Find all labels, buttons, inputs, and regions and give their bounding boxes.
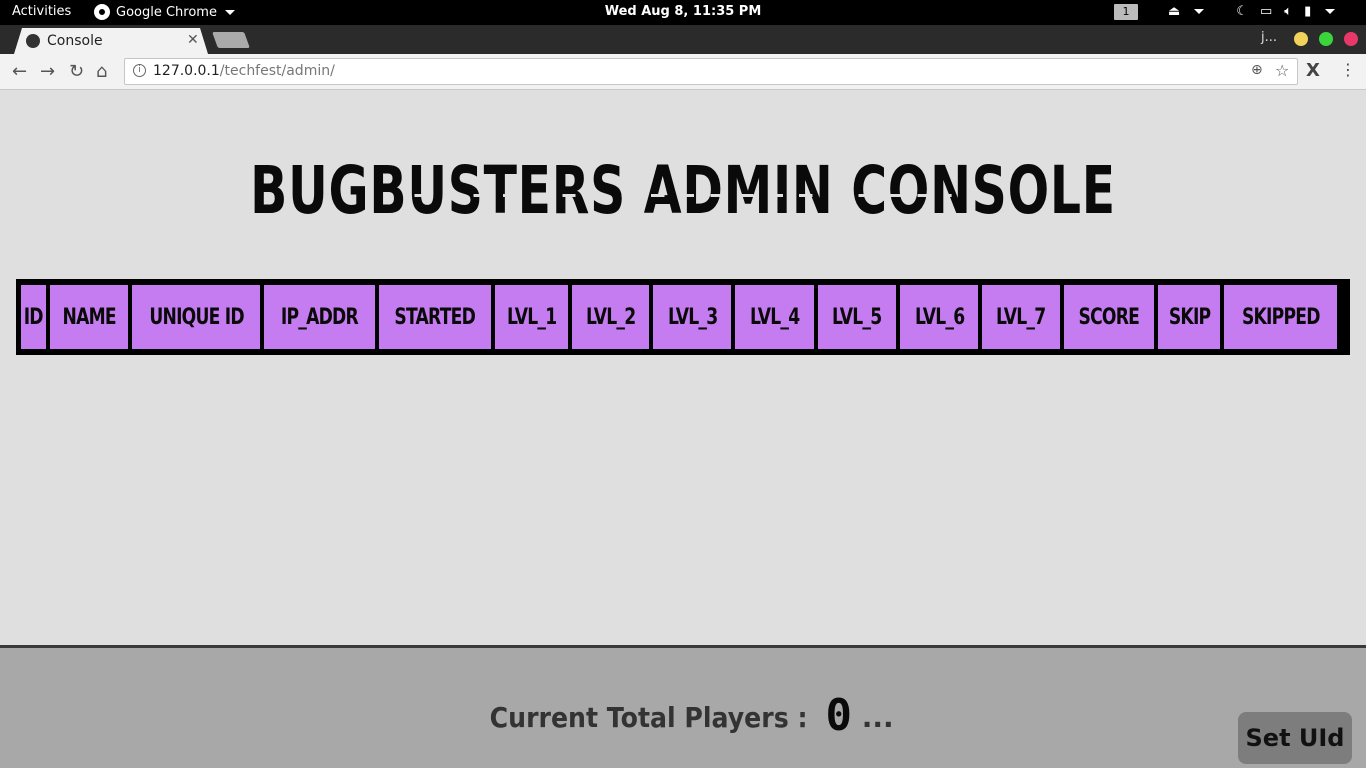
page-title: BUGBUSTERS ADMIN CONSOLE bbox=[178, 152, 1189, 229]
header-skip: SKIP bbox=[1158, 285, 1221, 349]
total-players-count: 0 bbox=[825, 690, 853, 741]
eject-icon[interactable]: ⏏ bbox=[1168, 4, 1180, 19]
header-lvl-2: LVL_2 bbox=[571, 285, 650, 349]
reload-icon[interactable]: ↻ bbox=[69, 61, 84, 82]
url-text[interactable]: 127.0.0.1/techfest/admin/ bbox=[153, 63, 335, 79]
total-players: Current Total Players : 0 ... bbox=[0, 690, 1366, 741]
battery-icon[interactable]: ▮ bbox=[1304, 4, 1311, 19]
volume-icon[interactable]: 🔈︎ bbox=[1284, 4, 1292, 19]
tab-strip: Console ✕ j... bbox=[0, 25, 1366, 54]
close-window-button[interactable] bbox=[1344, 32, 1358, 46]
clock[interactable]: Wed Aug 8, 11:35 PM bbox=[0, 4, 1366, 19]
extension-icon[interactable]: X bbox=[1306, 60, 1320, 81]
back-icon[interactable]: ← bbox=[12, 61, 27, 82]
forward-icon[interactable]: → bbox=[40, 61, 55, 82]
header-unique-id: UNIQUE ID bbox=[131, 285, 261, 349]
new-tab-button[interactable] bbox=[212, 32, 250, 48]
header-lvl-7: LVL_7 bbox=[982, 285, 1060, 349]
header-name: NAME bbox=[49, 285, 128, 349]
tab-console[interactable]: Console ✕ bbox=[14, 28, 208, 54]
header-lvl-3: LVL_3 bbox=[653, 285, 732, 349]
screen-icon[interactable]: ▭ bbox=[1260, 4, 1272, 19]
menu-icon[interactable]: ⋮ bbox=[1340, 60, 1356, 79]
total-players-label: Current Total Players : bbox=[489, 701, 808, 734]
header-lvl-5: LVL_5 bbox=[817, 285, 897, 349]
maximize-button[interactable] bbox=[1319, 32, 1333, 46]
header-ip-addr: IP_ADDR bbox=[264, 285, 375, 349]
minimize-button[interactable] bbox=[1294, 32, 1308, 46]
header-lvl-6: LVL_6 bbox=[900, 285, 979, 349]
footer-bar: Current Total Players : 0 ... Set UId bbox=[0, 645, 1366, 768]
home-icon[interactable]: ⌂ bbox=[96, 61, 107, 82]
table-header-row: ID NAME UNIQUE ID IP_ADDR STARTED LVL_1 … bbox=[21, 285, 1337, 349]
header-score: SCORE bbox=[1063, 285, 1155, 349]
zoom-icon[interactable]: ⊕ bbox=[1251, 62, 1263, 78]
info-icon[interactable]: i bbox=[133, 64, 146, 77]
browser-toolbar: ← → ↻ ⌂ i 127.0.0.1/techfest/admin/ ⊕ ☆ … bbox=[0, 54, 1366, 90]
total-players-suffix: ... bbox=[852, 701, 894, 734]
system-tray[interactable]: ⏏ ☾ ▭ 🔈︎ ▮ bbox=[1168, 4, 1336, 19]
url-host: 127.0.0.1 bbox=[153, 63, 220, 79]
header-started: STARTED bbox=[378, 285, 492, 349]
star-icon[interactable]: ☆ bbox=[1275, 61, 1289, 80]
night-icon[interactable]: ☾ bbox=[1236, 4, 1248, 19]
set-uid-button[interactable]: Set UId bbox=[1238, 712, 1352, 764]
header-skipped: SKIPPED bbox=[1224, 285, 1337, 349]
chevron-down-icon bbox=[1325, 9, 1336, 14]
chevron-down-icon bbox=[1194, 9, 1205, 14]
workspace-indicator[interactable]: 1 bbox=[1114, 4, 1138, 20]
header-lvl-4: LVL_4 bbox=[735, 285, 814, 349]
profile-button[interactable]: j... bbox=[1261, 30, 1277, 45]
url-path: /techfest/admin/ bbox=[219, 63, 335, 79]
system-top-bar: Activities Google Chrome Wed Aug 8, 11:3… bbox=[0, 0, 1366, 25]
players-table: ID NAME UNIQUE ID IP_ADDR STARTED LVL_1 … bbox=[16, 279, 1350, 355]
address-bar[interactable]: i 127.0.0.1/techfest/admin/ ⊕ ☆ bbox=[124, 58, 1298, 85]
tab-title: Console bbox=[47, 33, 103, 49]
favicon-icon bbox=[26, 34, 40, 48]
header-lvl-1: LVL_1 bbox=[495, 285, 568, 349]
header-id: ID bbox=[21, 285, 46, 349]
close-icon[interactable]: ✕ bbox=[187, 32, 199, 48]
